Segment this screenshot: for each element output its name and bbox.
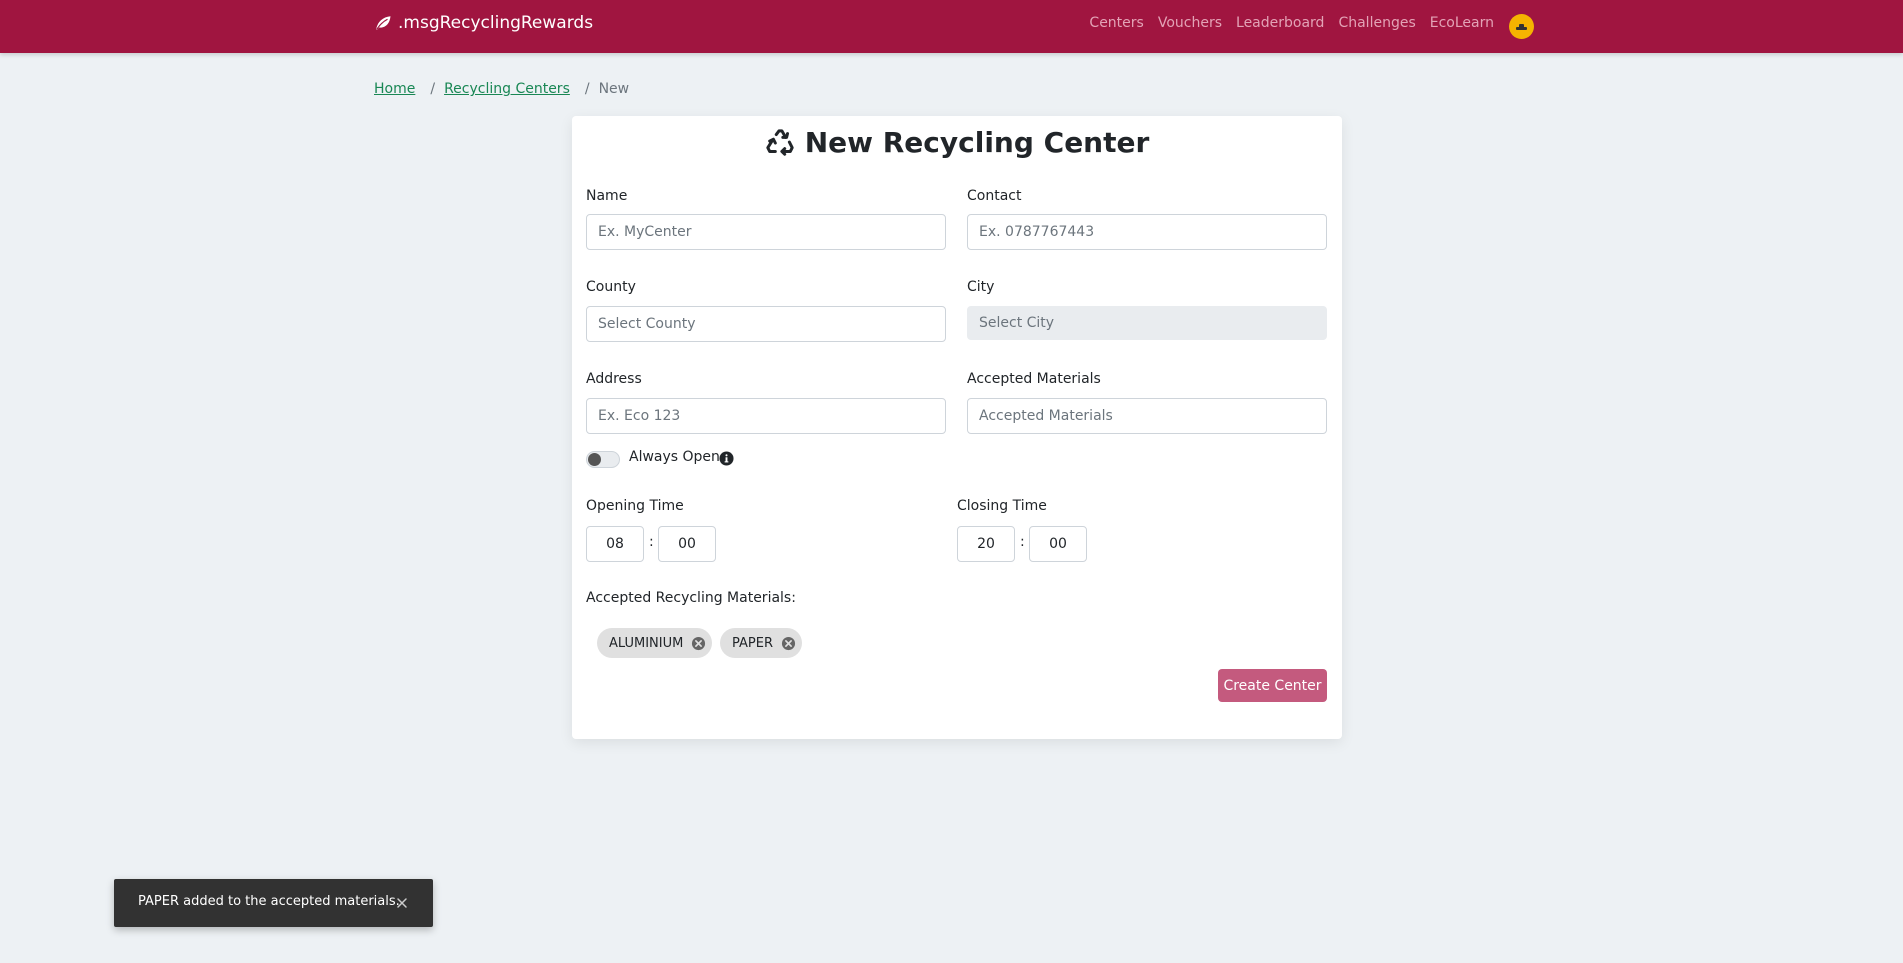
- close-icon[interactable]: [395, 896, 409, 910]
- closing-minutes-input[interactable]: [1029, 526, 1087, 562]
- closing-hours-input[interactable]: [957, 526, 1015, 562]
- chip-label: ALUMINIUM: [609, 635, 684, 651]
- remove-chip-icon[interactable]: [691, 636, 706, 651]
- address-input[interactable]: [586, 398, 946, 434]
- material-chip-paper: PAPER: [720, 628, 802, 658]
- opening-hours-input[interactable]: [586, 526, 644, 562]
- toggle-knob: [588, 453, 601, 466]
- info-icon[interactable]: [719, 451, 734, 466]
- breadcrumb: Home / Recycling Centers / New: [374, 81, 629, 97]
- county-label: County: [586, 279, 636, 295]
- page-title-text: New Recycling Center: [804, 126, 1150, 159]
- new-center-form-card: New Recycling Center Name Contact County…: [572, 116, 1342, 739]
- chip-label: PAPER: [732, 635, 773, 651]
- breadcrumb-home-link[interactable]: Home: [374, 81, 415, 97]
- user-avatar-button[interactable]: [1509, 14, 1534, 39]
- breadcrumb-separator: /: [430, 81, 436, 97]
- contact-input[interactable]: [967, 214, 1327, 250]
- contact-label: Contact: [967, 188, 1022, 204]
- brand-name: .msgRecyclingRewards: [398, 13, 594, 33]
- accepted-materials-label: Accepted Materials: [967, 371, 1101, 387]
- nav-link-leaderboard[interactable]: Leaderboard: [1236, 15, 1324, 31]
- breadcrumb-current: New: [598, 81, 630, 97]
- breadcrumb-separator: /: [584, 81, 590, 97]
- remove-chip-icon[interactable]: [781, 636, 796, 651]
- opening-time-label: Opening Time: [586, 498, 684, 514]
- leaf-icon: [376, 16, 391, 30]
- nav-menu: Centers Vouchers Leaderboard Challenges …: [1089, 15, 1494, 31]
- snackbar-message: PAPER added to the accepted materials.: [138, 894, 400, 909]
- name-input[interactable]: [586, 214, 946, 250]
- opening-minutes-input[interactable]: [658, 526, 716, 562]
- city-select[interactable]: [967, 306, 1327, 340]
- nav-link-centers[interactable]: Centers: [1089, 15, 1143, 31]
- snackbar-notification: PAPER added to the accepted materials.: [114, 879, 433, 927]
- top-navbar: .msgRecyclingRewards Centers Vouchers Le…: [0, 0, 1903, 53]
- address-label: Address: [586, 371, 642, 387]
- brand-link[interactable]: .msgRecyclingRewards: [374, 13, 593, 33]
- name-label: Name: [586, 188, 628, 204]
- accepted-recycling-materials-heading: Accepted Recycling Materials:: [586, 590, 796, 606]
- accepted-materials-input[interactable]: [967, 398, 1327, 434]
- always-open-toggle[interactable]: [586, 451, 620, 468]
- page-title: New Recycling Center: [572, 126, 1342, 159]
- nav-link-vouchers[interactable]: Vouchers: [1158, 15, 1222, 31]
- nav-link-ecolearn[interactable]: EcoLearn: [1430, 15, 1494, 31]
- county-select[interactable]: [586, 306, 946, 342]
- recycle-icon: [766, 128, 794, 156]
- opening-time-colon: :: [649, 534, 654, 550]
- create-center-button[interactable]: Create Center: [1218, 669, 1327, 702]
- breadcrumb-recycling-centers-link[interactable]: Recycling Centers: [444, 81, 570, 97]
- nav-link-challenges[interactable]: Challenges: [1338, 15, 1415, 31]
- city-label: City: [967, 279, 995, 295]
- closing-time-colon: :: [1020, 534, 1025, 550]
- material-chip-aluminium: ALUMINIUM: [597, 628, 713, 658]
- closing-time-label: Closing Time: [957, 498, 1047, 514]
- avatar-icon: [1516, 23, 1527, 30]
- always-open-label: Always Open: [629, 449, 720, 465]
